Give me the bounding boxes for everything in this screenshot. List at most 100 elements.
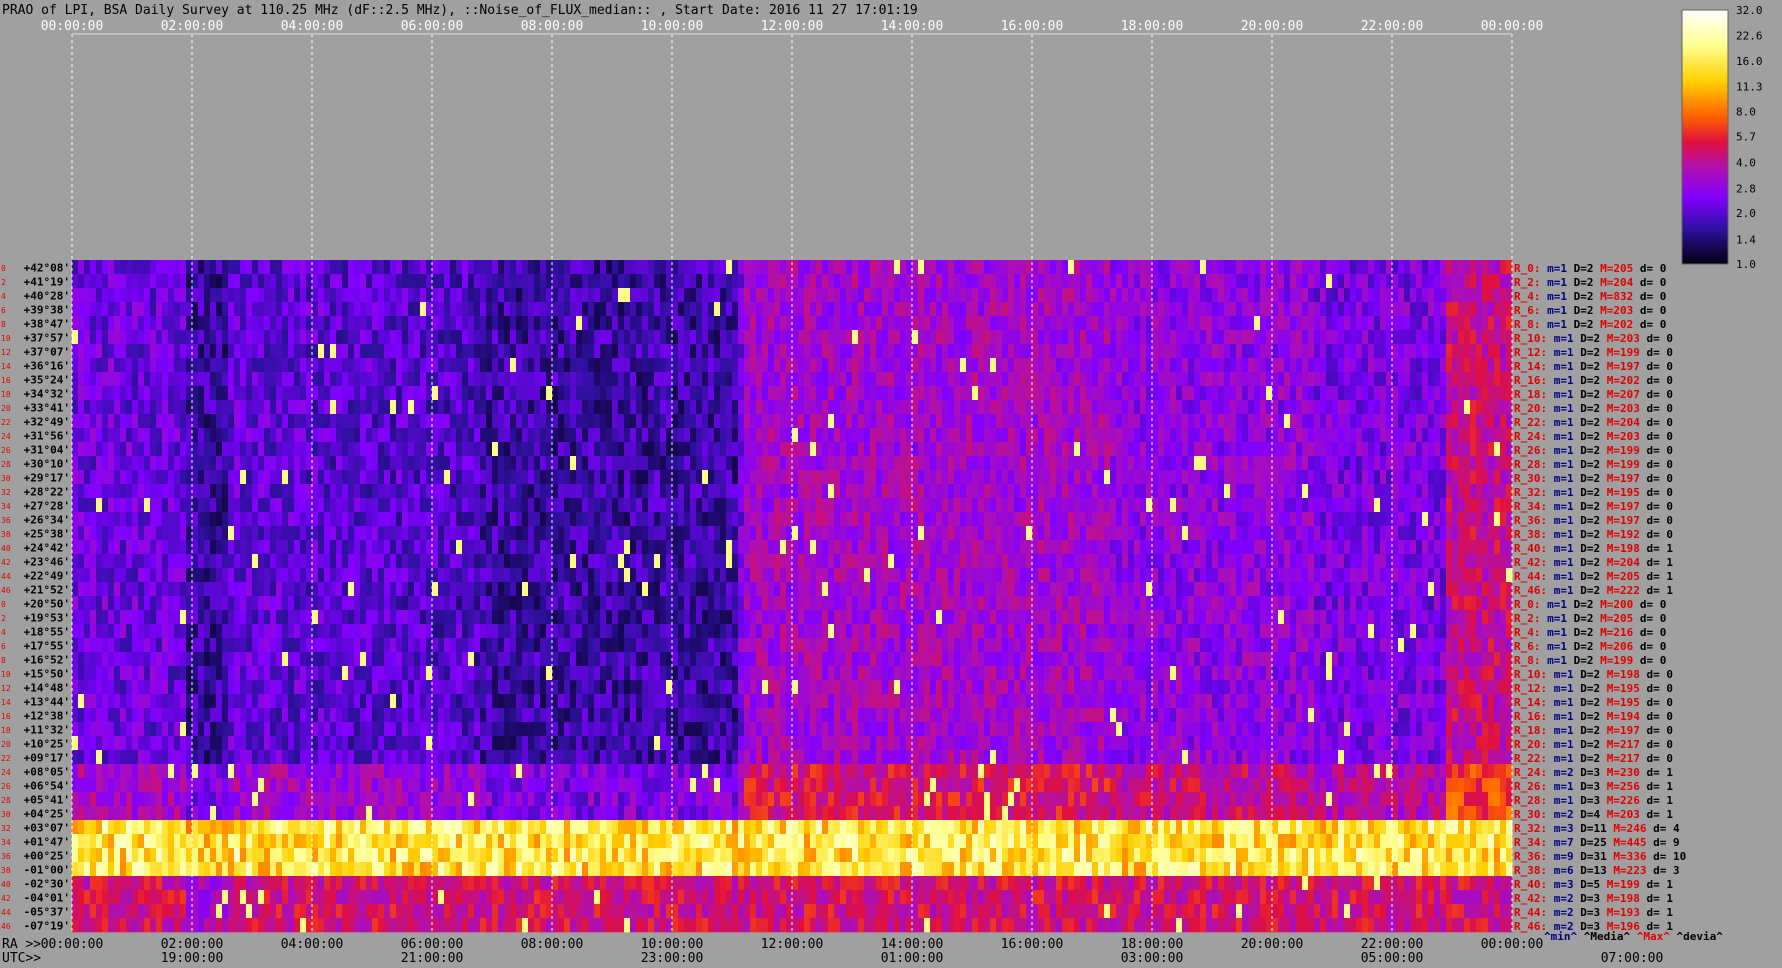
heatmap-cell: [228, 344, 235, 359]
heatmap-cell: [204, 414, 211, 429]
heatmap-cell: [228, 428, 235, 443]
heatmap-cell: [1002, 470, 1009, 485]
heatmap-cell: [336, 288, 343, 303]
heatmap-cell: [786, 358, 793, 373]
heatmap-cell: [768, 288, 775, 303]
heatmap-cell: [1104, 498, 1111, 513]
heatmap-cell: [1254, 414, 1261, 429]
heatmap-cell: [1110, 302, 1117, 317]
heatmap-cell: [1170, 456, 1177, 471]
heatmap-cell: [222, 498, 229, 513]
heatmap-cell: [1296, 456, 1303, 471]
heatmap-cell: [738, 274, 745, 289]
heatmap-cell: [870, 274, 877, 289]
heatmap-cell: [828, 274, 835, 289]
heatmap-cell: [114, 470, 121, 485]
heatmap-cell: [1386, 526, 1393, 541]
heatmap-cell: [1158, 498, 1165, 513]
heatmap-cell: [132, 288, 139, 303]
heatmap-cell: [1500, 456, 1507, 471]
heatmap-cell: [168, 428, 175, 443]
heatmap-cell: [498, 498, 505, 513]
heatmap-cell: [1422, 330, 1429, 345]
heatmap-cell: [918, 316, 925, 331]
heatmap-cell: [1158, 512, 1165, 527]
heatmap-cell: [1074, 302, 1081, 317]
heatmap-cell: [1068, 484, 1075, 499]
heatmap-cell: [528, 274, 535, 289]
heatmap-cell: [954, 484, 961, 499]
heatmap-cell: [1104, 526, 1111, 541]
heatmap-cell: [1446, 400, 1453, 415]
heatmap-cell: [1134, 274, 1141, 289]
heatmap-cell: [576, 386, 583, 401]
heatmap-cell: [1266, 372, 1273, 387]
heatmap-cell: [612, 330, 619, 345]
heatmap-cell: [1068, 456, 1075, 471]
heatmap-cell: [126, 288, 133, 303]
heatmap-cell: [378, 400, 385, 415]
heatmap-cell: [1152, 260, 1159, 275]
heatmap-cell: [300, 526, 307, 541]
heatmap-cell: [384, 498, 391, 513]
heatmap-cell: [1380, 498, 1387, 513]
heatmap-cell: [840, 470, 847, 485]
heatmap-cell: [1020, 512, 1027, 527]
heatmap-cell: [756, 442, 763, 457]
heatmap-cell: [1218, 316, 1225, 331]
heatmap-cell: [612, 372, 619, 387]
heatmap-cell: [1260, 526, 1267, 541]
heatmap-cell: [624, 358, 631, 373]
heatmap-cell: [552, 316, 559, 331]
heatmap-cell: [396, 274, 403, 289]
heatmap-cell: [402, 414, 409, 429]
heatmap-cell: [1062, 484, 1069, 499]
heatmap-cell: [864, 330, 871, 345]
heatmap-cell: [1044, 456, 1051, 471]
heatmap-cell: [288, 274, 295, 289]
heatmap-cell: [414, 386, 421, 401]
heatmap-cell: [1278, 442, 1285, 457]
heatmap-cell: [618, 330, 625, 345]
heatmap-cell: [414, 288, 421, 303]
heatmap-cell: [1116, 540, 1123, 555]
heatmap-cell: [528, 372, 535, 387]
heatmap-cell: [1032, 358, 1039, 373]
heatmap-cell: [96, 274, 103, 289]
heatmap-cell: [114, 540, 121, 555]
heatmap-cell: [1290, 498, 1297, 513]
heatmap-cell: [1122, 526, 1129, 541]
heatmap-cell: [252, 456, 259, 471]
heatmap-cell: [312, 414, 319, 429]
heatmap-cell: [636, 288, 643, 303]
heatmap-cell: [1032, 372, 1039, 387]
heatmap-cell: [162, 498, 169, 513]
heatmap-cell: [936, 526, 943, 541]
heatmap-cell: [1170, 386, 1177, 401]
heatmap-cell: [1338, 316, 1345, 331]
heatmap-cell: [1338, 274, 1345, 289]
heatmap-cell: [726, 540, 733, 555]
heatmap-cell: [342, 316, 349, 331]
heatmap-cell: [1164, 540, 1171, 555]
heatmap-cell: [1248, 428, 1255, 443]
heatmap-cell: [78, 386, 85, 401]
heatmap-cell: [342, 442, 349, 457]
heatmap-cell: [210, 386, 217, 401]
heatmap-cell: [1434, 316, 1441, 331]
heatmap-cell: [876, 540, 883, 555]
heatmap-cell: [780, 274, 787, 289]
heatmap-cell: [1140, 372, 1147, 387]
heatmap-cell: [186, 288, 193, 303]
heatmap-cell: [432, 358, 439, 373]
heatmap-cell: [270, 358, 277, 373]
heatmap-cell: [402, 498, 409, 513]
heatmap-cell: [1338, 442, 1345, 457]
heatmap-cell: [522, 526, 529, 541]
heatmap-cell: [756, 288, 763, 303]
heatmap-cell: [1482, 274, 1489, 289]
heatmap-cell: [180, 386, 187, 401]
heatmap-cell: [378, 372, 385, 387]
heatmap-cell: [888, 358, 895, 373]
heatmap-cell: [648, 372, 655, 387]
